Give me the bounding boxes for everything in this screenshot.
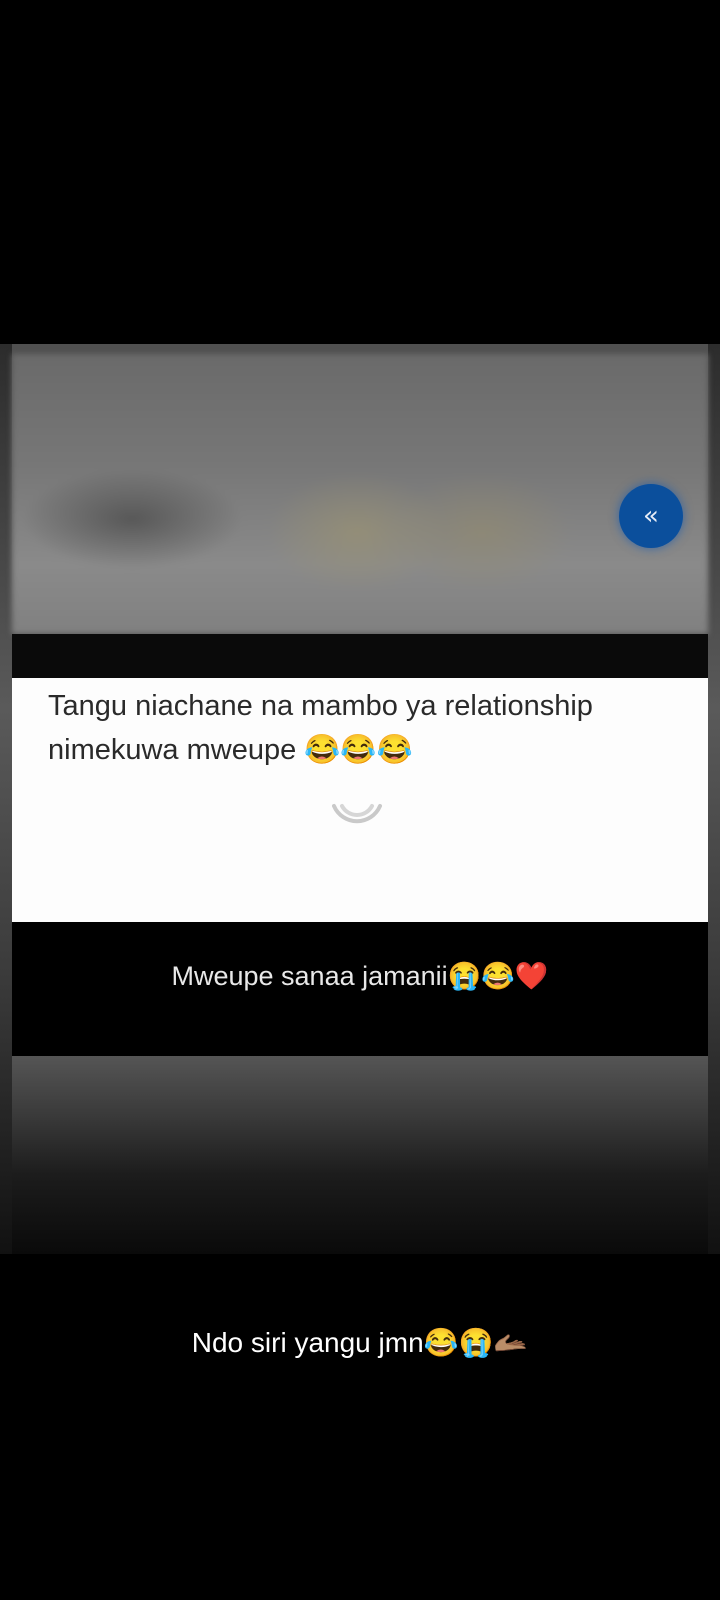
photo-divider xyxy=(12,634,708,678)
media-viewer: « Tangu niachane na mambo ya relationshi… xyxy=(0,0,720,1600)
photo-bottom-fade xyxy=(12,1056,708,1254)
quoted-post-card: Tangu niachane na mambo ya relationship … xyxy=(12,678,708,922)
quoted-post-text: Tangu niachane na mambo ya relationship … xyxy=(48,690,593,766)
post-caption: Ndo siri yangu jmn😂😭🫴🏽 xyxy=(191,1327,529,1358)
loading-spinner-icon xyxy=(332,804,382,824)
photo-right-edge xyxy=(708,344,720,1254)
blurred-header-area xyxy=(12,354,708,634)
inner-caption-band: Mweupe sanaa jamanii😭😂❤️ xyxy=(12,922,708,1056)
chevrons-left-icon: « xyxy=(643,501,659,531)
post-photo[interactable]: « Tangu niachane na mambo ya relationshi… xyxy=(0,344,720,1254)
back-button[interactable]: « xyxy=(619,484,683,548)
photo-left-edge xyxy=(0,344,12,1254)
inner-caption-text: Mweupe sanaa jamanii😭😂❤️ xyxy=(171,961,549,991)
